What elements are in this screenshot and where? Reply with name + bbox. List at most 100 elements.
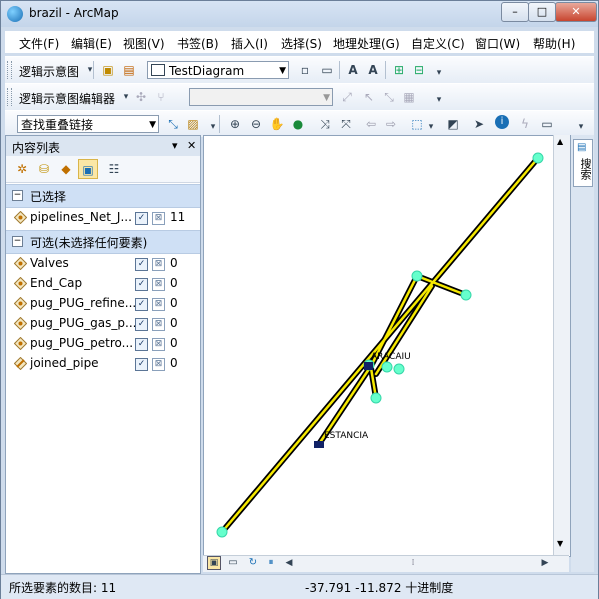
forward-extent-icon[interactable]: ⇨ <box>383 116 399 132</box>
menu-help[interactable]: 帮助(H) <box>533 35 575 52</box>
network-icon[interactable]: ⊟ <box>411 62 427 78</box>
layer-row[interactable]: pug_PUG_gas_p... ✓ ⊠ 0 <box>6 314 200 334</box>
html-popup-icon[interactable]: ▭ <box>539 116 555 132</box>
selectable-checkbox[interactable]: ✓ <box>135 258 148 271</box>
scroll-thumb-grip-icon[interactable]: ⁞ <box>405 556 421 572</box>
toc-options-icon[interactable]: ☷ <box>106 161 122 177</box>
layout-view-icon[interactable]: ▭ <box>225 556 241 572</box>
hyperlink-icon[interactable]: ϟ <box>517 116 533 132</box>
schematic-editor-menu[interactable]: 逻辑示意图编辑器 <box>19 90 115 107</box>
scroll-up-icon[interactable]: ▲ <box>557 137 563 146</box>
generate-diagram-icon[interactable]: ▤ <box>121 62 137 78</box>
layer-row[interactable]: Valves ✓ ⊠ 0 <box>6 254 200 274</box>
selectable-checkbox[interactable]: ✓ <box>135 358 148 371</box>
open-diagram-icon[interactable]: ▣ <box>100 62 116 78</box>
refresh-icon[interactable]: ↻ <box>245 556 261 572</box>
scroll-left-icon[interactable]: ◀ <box>281 556 297 572</box>
pipeline-node[interactable] <box>381 361 393 373</box>
group-selectable[interactable]: − 可选(未选择任何要素) <box>6 230 200 254</box>
menu-view[interactable]: 视图(V) <box>123 35 165 52</box>
clear-selection-icon[interactable]: ⊠ <box>152 298 165 311</box>
layer-row[interactable]: End_Cap ✓ ⊠ 0 <box>6 274 200 294</box>
clear-selection-icon[interactable]: ⊠ <box>152 278 165 291</box>
minimize-button[interactable]: – <box>501 2 529 22</box>
aracaju-station-marker[interactable] <box>364 362 373 370</box>
list-by-visibility-icon[interactable]: ◆ <box>58 161 74 177</box>
selectable-checkbox[interactable]: ✓ <box>135 318 148 331</box>
menu-edit[interactable]: 编辑(E) <box>71 35 112 52</box>
clear-selection-icon[interactable]: ⊠ <box>152 338 165 351</box>
search-tab[interactable]: ▤ 搜索 <box>573 139 593 187</box>
scroll-down-icon[interactable]: ▼ <box>557 539 563 548</box>
selectable-checkbox[interactable]: ✓ <box>135 212 148 225</box>
find-links-icon[interactable]: ⤡ <box>165 116 181 132</box>
schematic-menu[interactable]: 逻辑示意图 <box>19 63 79 80</box>
clear-selection-icon[interactable]: ◩ <box>445 116 461 132</box>
pipeline-node[interactable] <box>393 363 405 375</box>
selectable-checkbox[interactable]: ✓ <box>135 278 148 291</box>
menu-bookmarks[interactable]: 书签(B) <box>177 35 219 52</box>
update-diagram-icon[interactable]: ▫ <box>297 62 313 78</box>
increase-font-icon[interactable]: A <box>345 62 361 78</box>
estancia-station-marker[interactable] <box>314 441 324 448</box>
editor-dropdown-icon[interactable]: ▾ <box>118 89 134 105</box>
pipeline-node[interactable] <box>460 289 472 301</box>
save-diagram-icon[interactable]: ▭ <box>319 62 335 78</box>
menu-insert[interactable]: 插入(I) <box>231 35 268 52</box>
data-view-icon[interactable]: ▣ <box>207 556 221 570</box>
map-view[interactable]: ARACAIU ESTANCIA <box>203 135 571 557</box>
back-extent-icon[interactable]: ⇦ <box>363 116 379 132</box>
pin-icon[interactable]: ▾ <box>172 139 178 152</box>
schematic-options-icon[interactable]: ▨ <box>185 116 201 132</box>
toolbar-grip[interactable] <box>7 88 12 106</box>
menu-geoprocessing[interactable]: 地理处理(G) <box>333 35 400 52</box>
find-overlap-select[interactable]: 查找重叠链接 ▼ <box>17 115 159 133</box>
list-by-drawing-order-icon[interactable]: ✲ <box>14 161 30 177</box>
toolbar-overflow-icon[interactable]: ▾ <box>431 65 447 81</box>
pipeline-node[interactable] <box>216 526 228 538</box>
close-toc-button[interactable]: ✕ <box>187 139 196 152</box>
select-dropdown-icon[interactable]: ▾ <box>423 119 439 135</box>
layer-row[interactable]: pug_PUG_petro... ✓ ⊠ 0 <box>6 334 200 354</box>
map-vertical-scrollbar[interactable]: ▲ ▼ <box>553 135 570 555</box>
layer-row[interactable]: pug_PUG_refine... ✓ ⊠ 0 <box>6 294 200 314</box>
selectable-checkbox[interactable]: ✓ <box>135 338 148 351</box>
pipeline-node[interactable] <box>370 392 382 404</box>
schematic-dropdown-icon[interactable]: ▾ <box>82 62 98 78</box>
pipeline-node[interactable] <box>411 270 423 282</box>
collapse-icon[interactable]: − <box>12 190 23 201</box>
maximize-button[interactable]: □ <box>528 2 556 22</box>
group-selected[interactable]: − 已选择 <box>6 184 200 208</box>
list-by-source-icon[interactable]: ⛁ <box>36 161 52 177</box>
collapse-icon[interactable]: − <box>12 236 23 247</box>
identify-icon[interactable]: i <box>495 115 509 129</box>
layer-row[interactable]: joined_pipe ✓ ⊠ 0 <box>6 354 200 374</box>
pause-drawing-icon[interactable]: ⏸ <box>263 556 279 572</box>
scroll-right-icon[interactable]: ▶ <box>537 556 553 572</box>
zoom-in-icon[interactable]: ⊕ <box>227 116 243 132</box>
pan-icon[interactable]: ✋ <box>269 116 285 132</box>
toolbar-grip[interactable] <box>7 61 12 79</box>
menu-windows[interactable]: 窗口(W) <box>475 35 520 52</box>
decrease-font-icon[interactable]: A <box>365 62 381 78</box>
close-button[interactable]: ✕ <box>555 2 597 22</box>
diagram-select[interactable]: TestDiagram ▼ <box>147 61 289 79</box>
menu-file[interactable]: 文件(F) <box>19 35 59 52</box>
pipeline-node[interactable] <box>532 152 544 164</box>
menu-selection[interactable]: 选择(S) <box>281 35 322 52</box>
toolbar-overflow-icon[interactable]: ▾ <box>573 119 589 135</box>
fixed-zoom-in-icon[interactable]: ⤨ <box>317 116 333 132</box>
clear-selection-icon[interactable]: ⊠ <box>152 258 165 271</box>
select-elements-icon[interactable]: ➤ <box>471 116 487 132</box>
fixed-zoom-out-icon[interactable]: ⤧ <box>338 116 354 132</box>
clear-selection-icon[interactable]: ⊠ <box>152 212 165 225</box>
clear-selection-icon[interactable]: ⊠ <box>152 318 165 331</box>
selectable-checkbox[interactable]: ✓ <box>135 298 148 311</box>
layer-row[interactable]: pipelines_Net_J... ✓ ⊠ 11 <box>6 208 200 228</box>
schematic-diagram[interactable]: ARACAIU ESTANCIA <box>204 136 554 556</box>
layout-algorithm-select[interactable]: ▼ <box>189 88 333 106</box>
propagate-icon[interactable]: ⊞ <box>391 62 407 78</box>
list-by-selection-icon[interactable]: ▣ <box>78 159 98 179</box>
zoom-out-icon[interactable]: ⊖ <box>248 116 264 132</box>
full-extent-icon[interactable]: ● <box>290 116 306 132</box>
